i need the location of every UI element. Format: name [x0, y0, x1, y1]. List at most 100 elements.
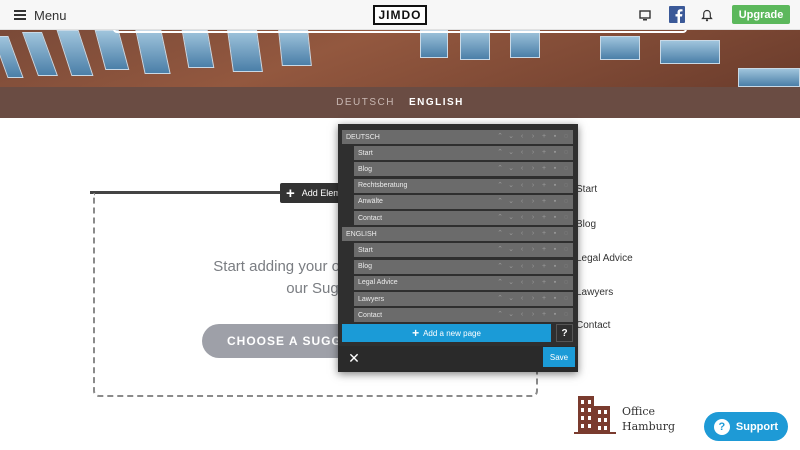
hero-image[interactable]	[0, 30, 800, 87]
outdent-icon[interactable]: ‹	[518, 182, 526, 190]
down-icon[interactable]: ⌄	[507, 133, 515, 141]
nav-page-row[interactable]: Contact ⌃ ⌄ ‹ › + ▪ ◌	[354, 211, 573, 225]
language-english[interactable]: ENGLISH	[409, 97, 464, 108]
up-icon[interactable]: ⌃	[496, 214, 504, 222]
add-icon[interactable]: +	[540, 295, 548, 303]
down-icon[interactable]: ⌄	[507, 279, 515, 287]
outdent-icon[interactable]: ‹	[518, 149, 526, 157]
nav-page-row[interactable]: Legal Advice ⌃ ⌄ ‹ › + ▪ ◌	[354, 275, 573, 290]
delete-icon[interactable]: ▪	[551, 263, 559, 271]
site-nav-item-blog[interactable]: Blog	[576, 219, 596, 230]
save-button[interactable]: Save	[543, 347, 575, 367]
down-icon[interactable]: ⌄	[507, 182, 515, 190]
nav-page-row[interactable]: Blog ⌃ ⌄ ‹ › + ▪ ◌	[354, 162, 573, 177]
site-nav-item-legal-advice[interactable]: Legal Advice	[576, 253, 633, 264]
add-icon[interactable]: +	[540, 311, 548, 319]
outdent-icon[interactable]: ‹	[518, 198, 526, 206]
delete-icon[interactable]: ▪	[551, 295, 559, 303]
indent-icon[interactable]: ›	[529, 279, 537, 287]
indent-icon[interactable]: ›	[529, 311, 537, 319]
indent-icon[interactable]: ›	[529, 214, 537, 222]
jimdo-logo[interactable]: JIMDO	[373, 5, 427, 25]
delete-icon[interactable]: ▪	[551, 133, 559, 141]
menu-button[interactable]: Menu	[14, 7, 67, 23]
site-nav-item-start[interactable]: Start	[576, 184, 597, 195]
indent-icon[interactable]: ›	[529, 149, 537, 157]
down-icon[interactable]: ⌄	[507, 214, 515, 222]
up-icon[interactable]: ⌃	[496, 295, 504, 303]
nav-page-row[interactable]: Start ⌃ ⌄ ‹ › + ▪ ◌	[354, 243, 573, 258]
help-button[interactable]: ?	[556, 324, 573, 342]
up-icon[interactable]: ⌃	[496, 311, 504, 319]
add-icon[interactable]: +	[540, 182, 548, 190]
up-icon[interactable]: ⌃	[496, 246, 504, 254]
delete-icon[interactable]: ▪	[551, 311, 559, 319]
visibility-icon[interactable]: ◌	[562, 198, 570, 206]
add-icon[interactable]: +	[540, 165, 548, 173]
down-icon[interactable]: ⌄	[507, 246, 515, 254]
support-button[interactable]: ? Support	[704, 412, 788, 441]
delete-icon[interactable]: ▪	[551, 214, 559, 222]
indent-icon[interactable]: ›	[529, 165, 537, 173]
visibility-icon[interactable]: ◌	[562, 279, 570, 287]
nav-page-row[interactable]: Blog ⌃ ⌄ ‹ › + ▪ ◌	[354, 259, 573, 274]
add-icon[interactable]: +	[540, 246, 548, 254]
delete-icon[interactable]: ▪	[551, 182, 559, 190]
visibility-icon[interactable]: ◌	[562, 246, 570, 254]
outdent-icon[interactable]: ‹	[518, 311, 526, 319]
visibility-icon[interactable]: ◌	[562, 295, 570, 303]
up-icon[interactable]: ⌃	[496, 198, 504, 206]
indent-icon[interactable]: ›	[529, 182, 537, 190]
nav-page-row[interactable]: Rechtsberatung ⌃ ⌄ ‹ › + ▪ ◌	[354, 178, 573, 193]
outdent-icon[interactable]: ‹	[518, 133, 526, 141]
add-icon[interactable]: +	[540, 214, 548, 222]
outdent-icon[interactable]: ‹	[518, 214, 526, 222]
outdent-icon[interactable]: ‹	[518, 230, 526, 238]
indent-icon[interactable]: ›	[529, 198, 537, 206]
delete-icon[interactable]: ▪	[551, 230, 559, 238]
site-nav-item-contact[interactable]: Contact	[576, 320, 610, 331]
down-icon[interactable]: ⌄	[507, 198, 515, 206]
nav-page-row[interactable]: Contact ⌃ ⌄ ‹ › + ▪ ◌	[354, 308, 573, 323]
desktop-preview-icon[interactable]	[637, 7, 653, 23]
nav-group-row[interactable]: ENGLISH ⌃ ⌄ ‹ › + ▪ ◌	[342, 227, 573, 242]
up-icon[interactable]: ⌃	[496, 263, 504, 271]
up-icon[interactable]: ⌃	[496, 230, 504, 238]
indent-icon[interactable]: ›	[529, 263, 537, 271]
down-icon[interactable]: ⌄	[507, 165, 515, 173]
up-icon[interactable]: ⌃	[496, 133, 504, 141]
close-icon[interactable]: ✕	[346, 350, 362, 366]
outdent-icon[interactable]: ‹	[518, 165, 526, 173]
up-icon[interactable]: ⌃	[496, 165, 504, 173]
down-icon[interactable]: ⌄	[507, 149, 515, 157]
visibility-icon[interactable]: ◌	[562, 133, 570, 141]
nav-page-row[interactable]: Anwälte ⌃ ⌄ ‹ › + ▪ ◌	[354, 194, 573, 209]
visibility-icon[interactable]: ◌	[562, 230, 570, 238]
down-icon[interactable]: ⌄	[507, 295, 515, 303]
down-icon[interactable]: ⌄	[507, 263, 515, 271]
visibility-icon[interactable]: ◌	[562, 311, 570, 319]
up-icon[interactable]: ⌃	[496, 279, 504, 287]
visibility-icon[interactable]: ◌	[562, 263, 570, 271]
indent-icon[interactable]: ›	[529, 230, 537, 238]
up-icon[interactable]: ⌃	[496, 149, 504, 157]
indent-icon[interactable]: ›	[529, 295, 537, 303]
add-page-button[interactable]: + Add a new page	[342, 324, 551, 342]
site-nav-item-lawyers[interactable]: Lawyers	[576, 287, 613, 298]
outdent-icon[interactable]: ‹	[518, 295, 526, 303]
nav-group-row[interactable]: DEUTSCH ⌃ ⌄ ‹ › + ▪ ◌	[342, 130, 573, 144]
indent-icon[interactable]: ›	[529, 246, 537, 254]
visibility-icon[interactable]: ◌	[562, 149, 570, 157]
upgrade-button[interactable]: Upgrade	[732, 5, 790, 24]
add-icon[interactable]: +	[540, 198, 548, 206]
outdent-icon[interactable]: ‹	[518, 279, 526, 287]
outdent-icon[interactable]: ‹	[518, 246, 526, 254]
up-icon[interactable]: ⌃	[496, 182, 504, 190]
add-icon[interactable]: +	[540, 133, 548, 141]
delete-icon[interactable]: ▪	[551, 165, 559, 173]
down-icon[interactable]: ⌄	[507, 311, 515, 319]
indent-icon[interactable]: ›	[529, 133, 537, 141]
outdent-icon[interactable]: ‹	[518, 263, 526, 271]
nav-page-row[interactable]: Lawyers ⌃ ⌄ ‹ › + ▪ ◌	[354, 292, 573, 306]
visibility-icon[interactable]: ◌	[562, 182, 570, 190]
